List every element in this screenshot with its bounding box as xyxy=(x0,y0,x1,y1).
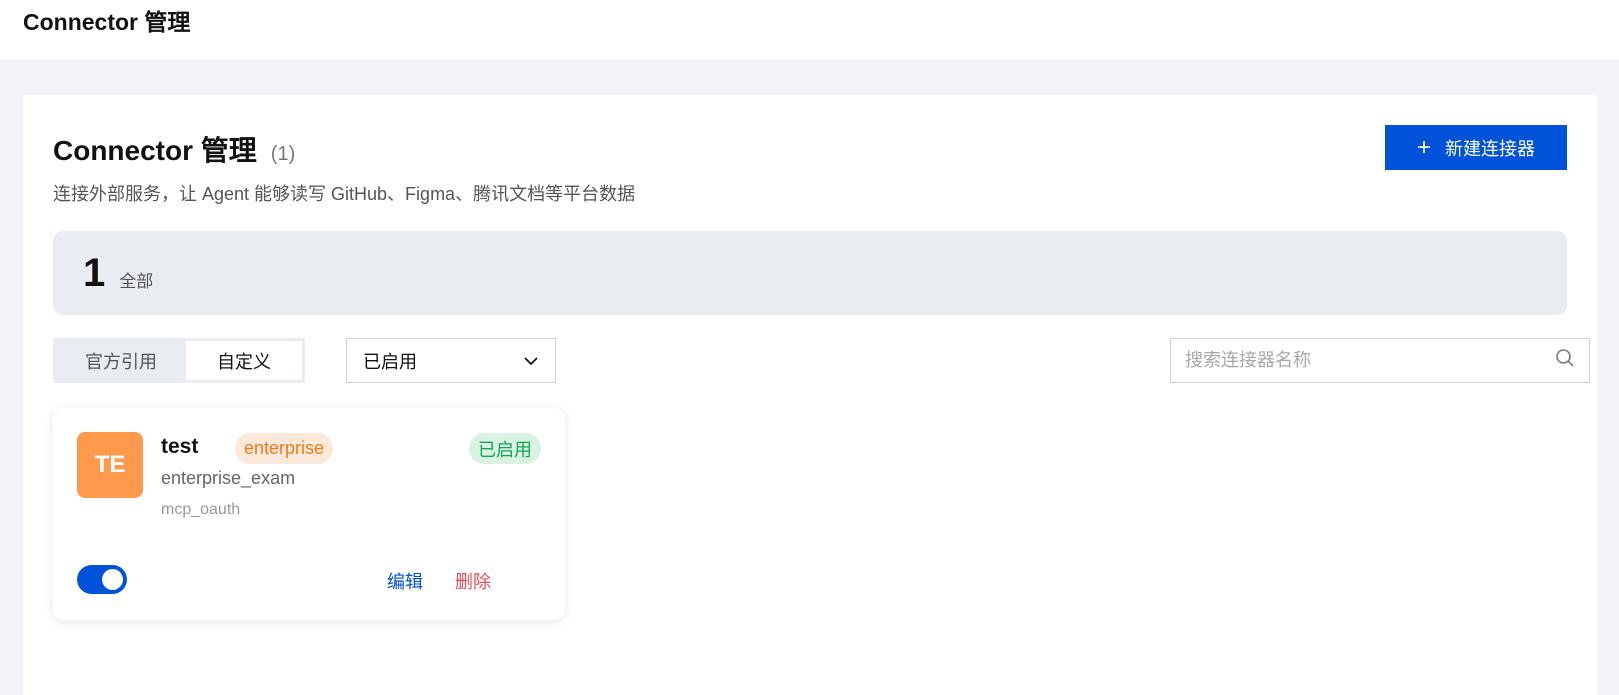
connector-type: mcp_oauth xyxy=(161,501,241,518)
connector-name: test xyxy=(161,435,199,458)
app-title: Connector 管理 xyxy=(23,9,191,35)
search-input[interactable] xyxy=(1185,350,1555,371)
page-title: Connector 管理 xyxy=(53,135,257,166)
source-segmented-control: 官方引用 自定义 xyxy=(53,338,305,383)
top-bar: Connector 管理 xyxy=(0,0,1619,59)
enable-toggle[interactable] xyxy=(77,565,127,594)
stats-summary: 1 全部 xyxy=(53,231,1567,315)
connector-id: enterprise_exam xyxy=(161,468,296,488)
segment-official[interactable]: 官方引用 xyxy=(56,341,186,380)
avatar: TE xyxy=(77,432,143,498)
chevron-down-icon xyxy=(523,350,539,371)
status-filter-value: 已启用 xyxy=(363,351,417,372)
status-badge: 已启用 xyxy=(469,433,541,464)
page-title-row: Connector 管理 (1) xyxy=(53,129,295,169)
status-filter-select[interactable]: 已启用 xyxy=(346,338,556,383)
page-count: (1) xyxy=(270,143,296,165)
connector-tag: enterprise xyxy=(235,433,334,464)
new-connector-label: 新建连接器 xyxy=(1445,138,1535,159)
stats-total-number: 1 xyxy=(83,250,106,295)
toggle-knob xyxy=(102,569,123,590)
main-panel: Connector 管理 (1) 连接外部服务，让 Agent 能够读写 Git… xyxy=(23,95,1597,695)
edit-button[interactable]: 编辑 xyxy=(387,568,423,594)
plus-icon: + xyxy=(1416,133,1431,161)
new-connector-button[interactable]: + 新建连接器 xyxy=(1385,125,1567,170)
search-box xyxy=(1170,338,1590,383)
delete-button[interactable]: 删除 xyxy=(455,568,491,594)
connector-card: TE test enterprise 已启用 enterprise_exam m… xyxy=(53,408,565,620)
segment-custom[interactable]: 自定义 xyxy=(186,341,302,380)
page-subtitle: 连接外部服务，让 Agent 能够读写 GitHub、Figma、腾讯文档等平台… xyxy=(53,184,636,204)
search-icon[interactable] xyxy=(1555,348,1575,373)
stats-total-label: 全部 xyxy=(119,271,154,291)
